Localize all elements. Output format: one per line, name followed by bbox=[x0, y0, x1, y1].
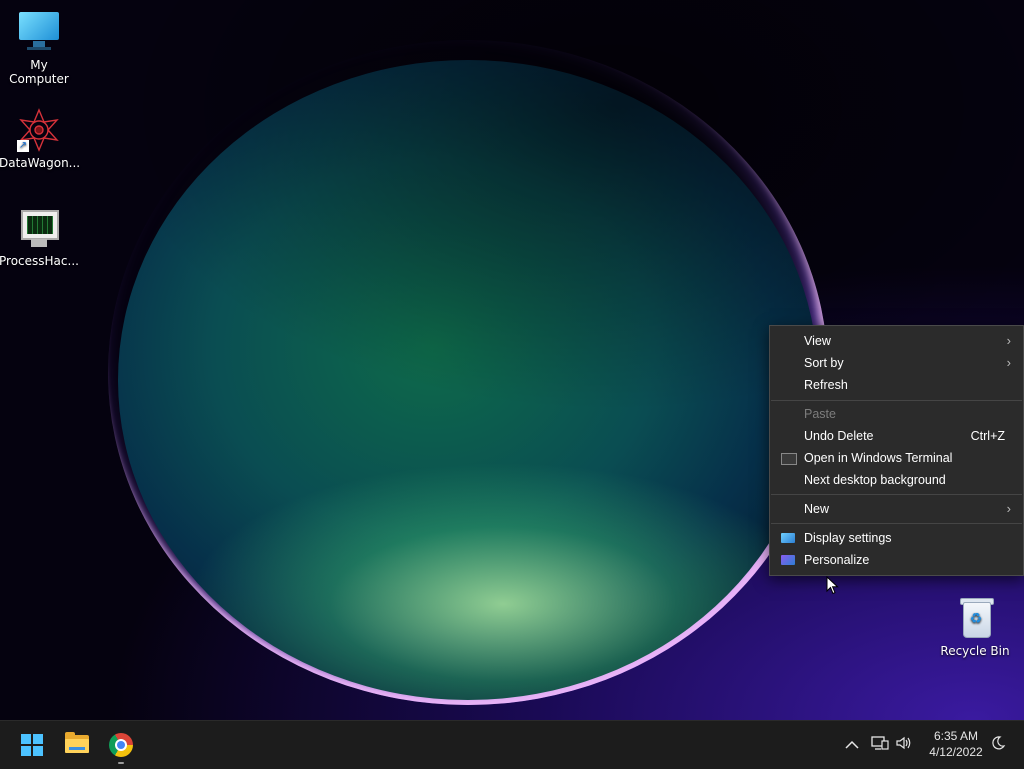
menu-item-refresh[interactable]: Refresh bbox=[770, 374, 1023, 396]
recycle-symbol-icon: ♻ bbox=[969, 611, 983, 627]
shortcut-arrow-icon: ↗ bbox=[17, 140, 29, 152]
datawagon-icon: ↗ bbox=[17, 108, 61, 152]
show-hidden-icons-chevron-icon[interactable] bbox=[842, 735, 862, 755]
menu-item-label: Sort by bbox=[804, 356, 844, 370]
display-icon bbox=[781, 533, 795, 543]
desktop-context-menu: View › Sort by › Refresh Paste Undo Dele… bbox=[769, 325, 1024, 576]
process-hacker-icon bbox=[17, 206, 61, 250]
menu-item-display-settings[interactable]: Display settings bbox=[770, 527, 1023, 549]
taskbar: 6:35 AM 4/12/2022 bbox=[0, 720, 1024, 769]
menu-item-open-terminal[interactable]: Open in Windows Terminal bbox=[770, 447, 1023, 469]
menu-item-shortcut: Ctrl+Z bbox=[970, 429, 1005, 443]
menu-item-label: Personalize bbox=[804, 553, 870, 567]
desktop-icon-label: My Computer bbox=[9, 58, 69, 86]
network-icon[interactable] bbox=[870, 735, 890, 755]
volume-icon[interactable] bbox=[894, 735, 914, 755]
terminal-icon bbox=[781, 453, 797, 465]
system-tray: 6:35 AM 4/12/2022 bbox=[0, 721, 1024, 769]
desktop-icon-processhacker[interactable]: ProcessHac... bbox=[0, 206, 79, 268]
clock-date: 4/12/2022 bbox=[929, 745, 983, 759]
menu-item-view[interactable]: View › bbox=[770, 330, 1023, 352]
personalize-icon bbox=[781, 555, 795, 565]
menu-item-sort-by[interactable]: Sort by › bbox=[770, 352, 1023, 374]
menu-item-personalize[interactable]: Personalize bbox=[770, 549, 1023, 571]
menu-item-label: Open in Windows Terminal bbox=[804, 451, 953, 465]
menu-item-label: New bbox=[804, 502, 830, 516]
menu-separator bbox=[771, 523, 1022, 524]
chevron-right-icon: › bbox=[1006, 355, 1011, 370]
desktop-icon-label: Recycle Bin bbox=[940, 644, 1010, 658]
focus-assist-moon-icon[interactable] bbox=[988, 735, 1008, 755]
menu-item-undo-delete[interactable]: Undo Delete Ctrl+Z bbox=[770, 425, 1023, 447]
menu-item-label: Display settings bbox=[804, 531, 892, 545]
desktop-icon-label: DataWagon... bbox=[0, 156, 81, 170]
menu-separator bbox=[771, 494, 1022, 495]
desktop-icon-my-computer[interactable]: My Computer bbox=[0, 10, 79, 86]
recycle-bin-icon: ♻ bbox=[953, 596, 997, 640]
desktop-icon-recycle-bin[interactable]: ♻ Recycle Bin bbox=[935, 596, 1015, 658]
menu-item-label: View bbox=[804, 334, 831, 348]
clock[interactable]: 6:35 AM 4/12/2022 bbox=[920, 728, 992, 760]
menu-item-label: Refresh bbox=[804, 378, 848, 392]
menu-item-next-background[interactable]: Next desktop background bbox=[770, 469, 1023, 491]
monitor-icon bbox=[17, 10, 61, 54]
desktop-icon-label: ProcessHac... bbox=[0, 254, 79, 268]
clock-time: 6:35 AM bbox=[933, 729, 979, 743]
menu-item-label: Next desktop background bbox=[804, 473, 946, 487]
chevron-right-icon: › bbox=[1006, 333, 1011, 348]
menu-item-paste[interactable]: Paste bbox=[770, 403, 1023, 425]
menu-item-new[interactable]: New › bbox=[770, 498, 1023, 520]
menu-item-label: Paste bbox=[804, 407, 836, 421]
menu-separator bbox=[771, 400, 1022, 401]
desktop-icon-datawagon[interactable]: ↗ DataWagon... bbox=[0, 108, 81, 170]
chevron-right-icon: › bbox=[1006, 501, 1011, 516]
menu-item-label: Undo Delete bbox=[804, 429, 874, 443]
